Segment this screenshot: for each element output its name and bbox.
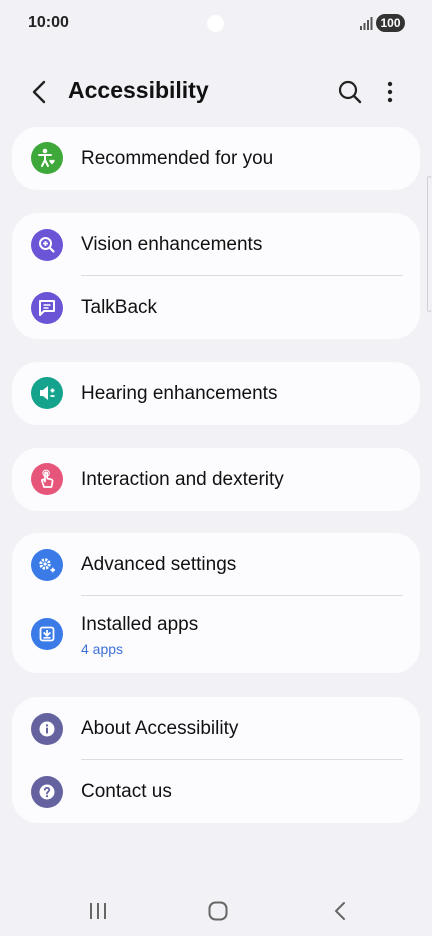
card-hearing: Hearing enhancements <box>12 362 420 425</box>
accessibility-person-icon <box>31 142 63 174</box>
camera-cutout <box>207 15 224 32</box>
back-nav-icon[interactable] <box>327 898 353 924</box>
item-label: Interaction and dexterity <box>81 469 284 490</box>
home-icon[interactable] <box>205 898 231 924</box>
gears-plus-icon <box>31 549 63 581</box>
speaker-icon <box>31 377 63 409</box>
item-label: TalkBack <box>81 297 158 318</box>
list-item-advanced-settings[interactable]: Advanced settings <box>12 533 420 596</box>
download-box-icon <box>31 618 63 650</box>
item-label: Hearing enhancements <box>81 383 278 404</box>
item-label: Contact us <box>81 781 172 802</box>
system-navigation-bar <box>0 884 432 936</box>
signal-icon <box>360 17 373 30</box>
more-options-icon[interactable] <box>374 76 406 108</box>
list-item-recommended-for-you[interactable]: Recommended for you <box>12 127 420 190</box>
magnifier-plus-icon <box>31 229 63 261</box>
list-item-installed-apps[interactable]: Installed apps 4 apps <box>12 596 420 672</box>
list-item-contact-us[interactable]: Contact us <box>12 760 420 823</box>
app-bar: Accessibility <box>0 64 432 120</box>
scrollbar[interactable] <box>427 176 432 312</box>
back-arrow-icon[interactable] <box>24 76 56 108</box>
search-icon[interactable] <box>334 76 366 108</box>
list-item-hearing-enhancements[interactable]: Hearing enhancements <box>12 362 420 425</box>
list-item-interaction-and-dexterity[interactable]: Interaction and dexterity <box>12 448 420 511</box>
question-icon <box>31 776 63 808</box>
item-label: Installed apps <box>81 614 199 635</box>
list-item-about-accessibility[interactable]: About Accessibility <box>12 697 420 760</box>
item-label: Vision enhancements <box>81 234 263 255</box>
item-sublabel: 4 apps <box>81 641 124 657</box>
card-about: About Accessibility Contact us <box>12 697 420 823</box>
card-vision: Vision enhancements TalkBack <box>12 213 420 339</box>
list-item-talkback[interactable]: TalkBack <box>12 276 420 339</box>
hand-pointer-icon <box>31 463 63 495</box>
item-label: Advanced settings <box>81 554 237 575</box>
item-label: Recommended for you <box>81 148 274 169</box>
list-item-vision-enhancements[interactable]: Vision enhancements <box>12 213 420 276</box>
speech-bubble-icon <box>31 292 63 324</box>
page-title: Accessibility <box>68 77 209 103</box>
status-time: 10:00 <box>28 14 69 31</box>
card-interaction: Interaction and dexterity <box>12 448 420 511</box>
battery-indicator: 100 <box>376 14 405 32</box>
card-advanced: Advanced settings Installed apps 4 apps <box>12 533 420 673</box>
item-label: About Accessibility <box>81 718 239 739</box>
status-bar: 10:00 100 <box>0 0 432 46</box>
card-recommended: Recommended for you <box>12 127 420 190</box>
info-icon <box>31 713 63 745</box>
recent-apps-icon[interactable] <box>85 898 111 924</box>
